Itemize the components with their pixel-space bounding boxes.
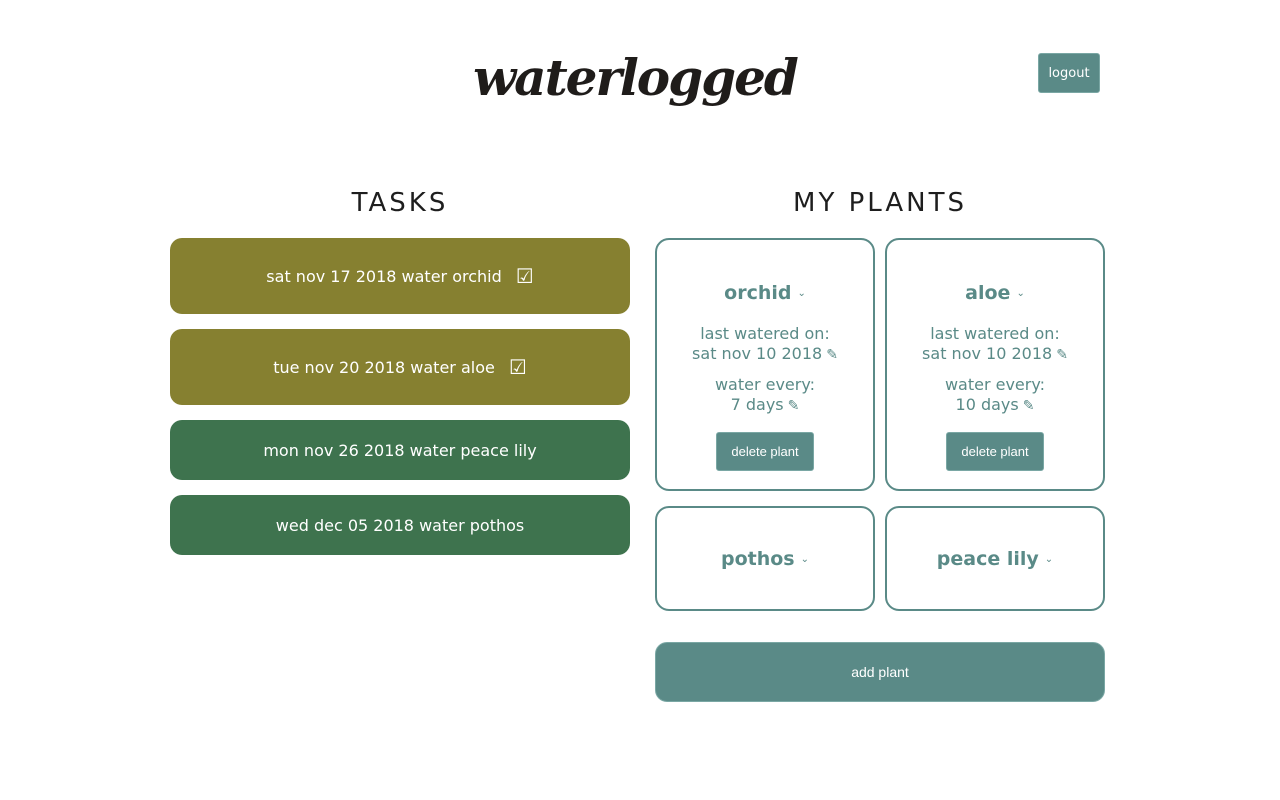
plant-card-aloe: aloe ⌄ last watered on: sat nov 10 2018 ✎… (885, 238, 1105, 491)
plant-name-toggle[interactable]: pothos ⌄ (721, 548, 809, 570)
water-every-row: 7 days ✎ (657, 395, 873, 416)
last-watered-label: last watered on: (700, 324, 830, 343)
plants-title: MY PLANTS (793, 188, 967, 218)
task-text: tue nov 20 2018 water aloe (273, 357, 495, 377)
plant-name-toggle[interactable]: aloe ⌄ (965, 282, 1025, 304)
task-item: sat nov 17 2018 water orchid ☑ (170, 238, 630, 314)
task-item: wed dec 05 2018 water pothos (170, 495, 630, 555)
task-text: mon nov 26 2018 water peace lily (263, 440, 537, 460)
water-every-value: 10 days (955, 395, 1019, 414)
water-every-value: 7 days (730, 395, 784, 414)
task-item: tue nov 20 2018 water aloe ☑ (170, 329, 630, 405)
task-text: wed dec 05 2018 water pothos (275, 515, 525, 535)
logout-button[interactable]: logout (1038, 53, 1100, 93)
task-text: sat nov 17 2018 water orchid (266, 266, 502, 286)
chevron-down-icon: ⌄ (1044, 553, 1054, 565)
edit-pencil-icon[interactable]: ✎ (1056, 347, 1068, 363)
delete-plant-button[interactable]: delete plant (946, 432, 1044, 471)
checkbox-icon[interactable]: ☑ (516, 266, 534, 286)
checkbox-icon[interactable]: ☑ (509, 357, 527, 377)
chevron-down-icon: ⌄ (797, 287, 806, 299)
plant-card-peace-lily: peace lily ⌄ (885, 506, 1105, 611)
plant-card-pothos: pothos ⌄ (655, 506, 875, 611)
plant-card-orchid: orchid ⌄ last watered on: sat nov 10 201… (655, 238, 875, 491)
last-watered-label: last watered on: (930, 324, 1060, 343)
edit-pencil-icon[interactable]: ✎ (826, 347, 838, 363)
task-item: mon nov 26 2018 water peace lily (170, 420, 630, 480)
add-plant-button[interactable]: add plant (655, 642, 1105, 702)
plant-name-toggle[interactable]: orchid ⌄ (724, 282, 806, 304)
last-watered-value: sat nov 10 2018 (692, 344, 823, 363)
water-every-label: water every: (714, 375, 816, 394)
edit-pencil-icon[interactable]: ✎ (1023, 398, 1035, 414)
plant-name-toggle[interactable]: peace lily ⌄ (937, 548, 1053, 570)
last-watered-row: sat nov 10 2018 ✎ (657, 344, 873, 365)
water-every-label: water every: (944, 375, 1046, 394)
tasks-title: TASKS (351, 188, 449, 218)
chevron-down-icon: ⌄ (1016, 287, 1025, 299)
edit-pencil-icon[interactable]: ✎ (788, 398, 800, 414)
app-page: waterlogged logout TASKS MY PLANTS sat n… (0, 0, 1280, 800)
plant-name: aloe (965, 282, 1011, 304)
last-watered-row: sat nov 10 2018 ✎ (887, 344, 1103, 365)
water-every-row: 10 days ✎ (887, 395, 1103, 416)
chevron-down-icon: ⌄ (800, 553, 809, 565)
plant-name: peace lily (936, 548, 1039, 570)
plant-name: pothos (720, 548, 795, 570)
plant-name: orchid (724, 282, 792, 304)
last-watered-value: sat nov 10 2018 (922, 344, 1053, 363)
delete-plant-button[interactable]: delete plant (716, 432, 814, 471)
